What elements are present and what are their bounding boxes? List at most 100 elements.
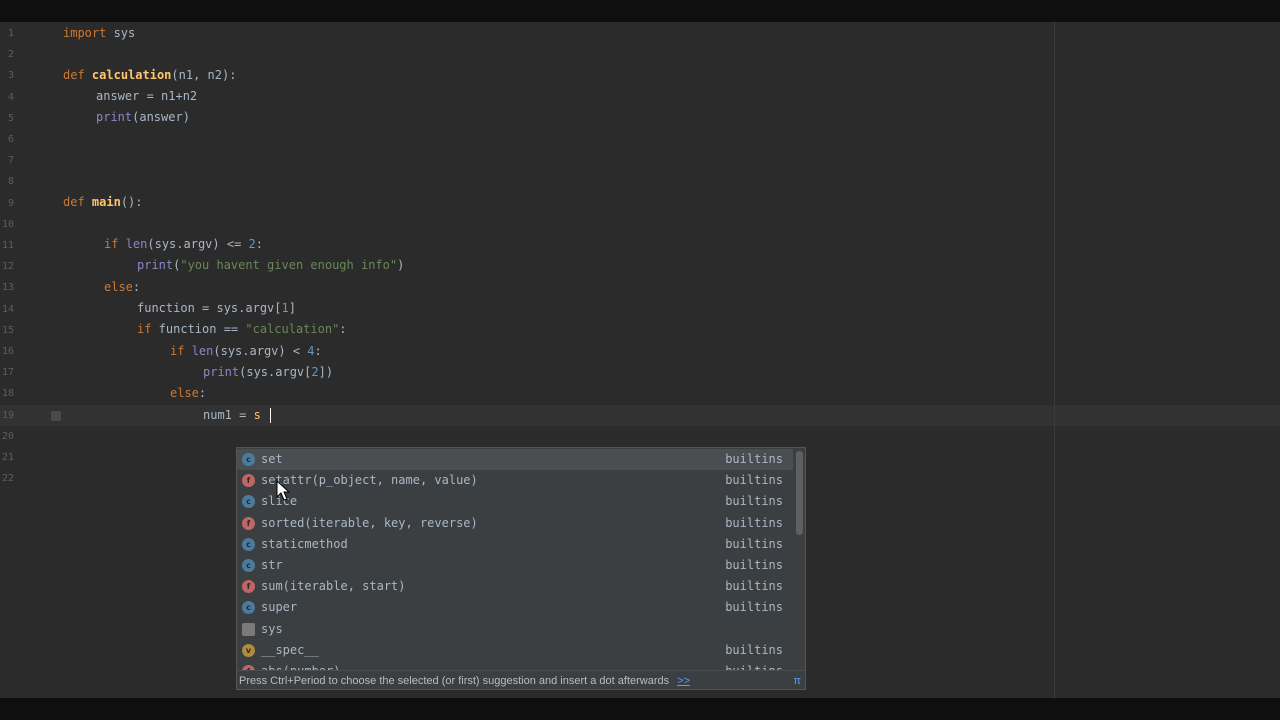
completion-item[interactable]: c slice builtins	[237, 491, 793, 512]
line-number[interactable]: 21	[0, 447, 14, 468]
code-line-13[interactable]: else:	[104, 277, 140, 298]
pi-icon[interactable]: π	[793, 671, 801, 689]
completion-item-source: builtins	[725, 579, 783, 594]
code-line-5[interactable]: print(answer)	[96, 107, 190, 128]
completion-item-source: builtins	[725, 600, 783, 615]
code-line-14[interactable]: function = sys.argv[1]	[137, 298, 296, 319]
code-line-4[interactable]: answer = n1+n2	[96, 86, 197, 107]
completion-item[interactable]: f sorted(iterable, key, reverse) builtins	[237, 513, 793, 534]
bottom-letterbox	[0, 698, 1280, 720]
code-text: (n1, n2):	[171, 68, 237, 82]
code-line-11[interactable]: if len(sys.argv) <= 2:	[104, 234, 263, 255]
function-icon: f	[242, 516, 255, 530]
line-number[interactable]: 12	[0, 256, 14, 277]
code-text: sys	[106, 26, 136, 40]
code-text: (sys.argv) <	[213, 344, 308, 358]
code-text: function ==	[151, 322, 246, 336]
bookmark-icon[interactable]	[51, 411, 61, 421]
code-line-16[interactable]: if len(sys.argv) < 4:	[170, 341, 322, 362]
code-text: :	[314, 344, 322, 358]
completion-item[interactable]: c str builtins	[237, 555, 793, 576]
line-number[interactable]: 7	[0, 150, 14, 171]
keyword: if	[170, 344, 185, 358]
more-link[interactable]: >>	[677, 675, 690, 687]
keyword: else	[170, 386, 199, 400]
line-number[interactable]: 15	[0, 320, 14, 341]
code-text: (answer)	[132, 110, 190, 124]
completion-item-label: super	[261, 600, 298, 615]
line-number[interactable]: 4	[0, 87, 14, 108]
code-line-17[interactable]: print(sys.argv[2])	[203, 362, 333, 383]
line-number[interactable]: 10	[0, 214, 14, 235]
code-line-15[interactable]: if function == "calculation":	[137, 319, 347, 340]
line-number[interactable]: 2	[0, 44, 14, 65]
code-editor[interactable]: 1 2 3 4 5 6 7 8 9 10 11 12 13 14 15 16 17 18 19 20 21 22 impo…	[0, 22, 1280, 698]
text-caret	[270, 408, 271, 423]
completion-item[interactable]: c staticmethod builtins	[237, 534, 793, 555]
variable-icon: v	[242, 643, 255, 657]
code-line-19[interactable]: num1 = s	[203, 405, 261, 426]
keyword: if	[137, 322, 152, 336]
code-line-12[interactable]: print("you havent given enough info")	[137, 255, 404, 276]
completion-item-label: sorted(iterable, key, reverse)	[261, 515, 478, 530]
completion-popup[interactable]: c set builtins f setattr(p_object, name, val…	[236, 447, 806, 690]
code-text: (sys.argv) <=	[147, 237, 249, 251]
class-icon: c	[242, 537, 255, 551]
module-icon	[242, 622, 255, 636]
completion-item-label: __spec__	[261, 642, 319, 657]
completion-item[interactable]: v __spec__ builtins	[237, 640, 793, 661]
completion-footer: Press Ctrl+Period to choose the selected…	[237, 670, 805, 689]
completion-item-source: builtins	[725, 494, 783, 509]
line-number[interactable]: 3	[0, 65, 14, 86]
typed-text: s	[253, 408, 261, 422]
completion-item[interactable]: fabs(number)builtins	[237, 661, 793, 670]
code-line-1[interactable]: import sys	[63, 23, 135, 44]
code-text: )	[397, 258, 405, 272]
line-number[interactable]: 9	[0, 193, 14, 214]
line-number[interactable]: 22	[0, 468, 14, 489]
number-literal: 2	[311, 365, 319, 379]
completion-item[interactable]: f sum(iterable, start) builtins	[237, 576, 793, 597]
function-name: calculation	[91, 68, 172, 82]
number-literal: 2	[248, 237, 256, 251]
completion-list[interactable]: c set builtins f setattr(p_object, name, val…	[237, 448, 795, 670]
completion-item-label: staticmethod	[261, 536, 348, 551]
current-line-highlight	[0, 405, 1280, 426]
completion-item[interactable]: c set builtins	[237, 449, 793, 470]
completion-scrollbar[interactable]	[796, 451, 803, 535]
line-number[interactable]: 14	[0, 299, 14, 320]
builtin-name: print	[203, 365, 240, 379]
completion-item-source: builtins	[725, 536, 783, 551]
code-line-18[interactable]: else:	[170, 383, 206, 404]
builtin-name: len	[191, 344, 214, 358]
line-number-gutter[interactable]: 1 2 3 4 5 6 7 8 9 10 11 12 13 14 15 16 17 18 19 20 21 22	[0, 22, 44, 698]
keyword: if	[104, 237, 119, 251]
line-number[interactable]: 6	[0, 129, 14, 150]
line-number[interactable]: 16	[0, 341, 14, 362]
code-text: function = sys.argv[	[137, 301, 282, 315]
keyword: else	[104, 280, 133, 294]
line-number[interactable]: 11	[0, 235, 14, 256]
builtin-name: print	[96, 110, 133, 124]
line-number[interactable]: 8	[0, 171, 14, 192]
line-number[interactable]: 19	[0, 405, 14, 426]
line-number[interactable]: 18	[0, 383, 14, 404]
line-number[interactable]: 13	[0, 277, 14, 298]
line-number[interactable]: 17	[0, 362, 14, 383]
code-text: (sys.argv[	[239, 365, 312, 379]
builtin-name: print	[137, 258, 174, 272]
code-line-9[interactable]: def main():	[63, 192, 143, 213]
completion-item[interactable]: sys	[237, 619, 793, 640]
keyword: import	[63, 26, 107, 40]
line-number[interactable]: 20	[0, 426, 14, 447]
completion-item[interactable]: f setattr(p_object, name, value) builtins	[237, 470, 793, 491]
line-number[interactable]: 1	[0, 23, 14, 44]
line-number[interactable]: 5	[0, 108, 14, 129]
class-icon: c	[242, 495, 255, 509]
code-line-3[interactable]: def calculation(n1, n2):	[63, 65, 236, 86]
completion-item-label: set	[261, 452, 283, 466]
completion-item[interactable]: c super builtins	[237, 597, 793, 618]
completion-item-source: builtins	[725, 558, 783, 572]
class-icon: c	[242, 453, 255, 466]
function-name: main	[91, 195, 121, 209]
